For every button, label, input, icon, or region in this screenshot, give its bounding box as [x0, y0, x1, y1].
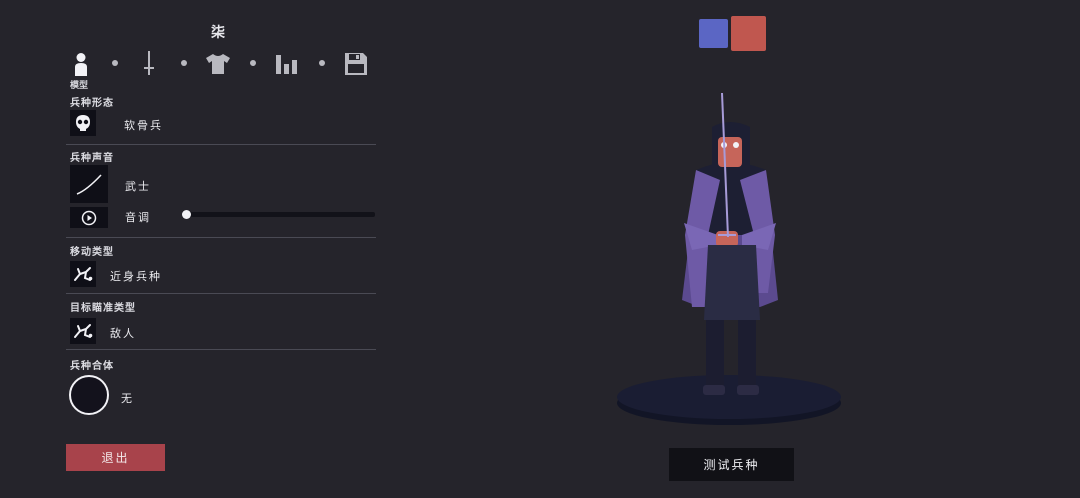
unit-base-value: 软骨兵: [124, 119, 163, 132]
target-type-selector[interactable]: [70, 318, 96, 344]
target-type-value: 敌人: [110, 327, 136, 340]
pitch-slider-handle[interactable]: [182, 210, 191, 219]
section-title-unit-base: 兵种形态: [70, 98, 114, 109]
team-color-blue[interactable]: [699, 19, 728, 48]
movement-type-value: 近身兵种: [110, 270, 162, 283]
pitch-label: 音调: [125, 211, 151, 224]
tab-clothing[interactable]: [203, 48, 233, 80]
divider: [66, 349, 376, 350]
person-icon: [75, 53, 87, 76]
unit-name: 柒: [211, 25, 225, 41]
tab-label-model: 模型: [70, 81, 89, 91]
divider: [66, 293, 376, 294]
tab-stats[interactable]: [272, 48, 302, 80]
tab-separator-dot: [319, 60, 325, 66]
tab-separator-dot: [181, 60, 187, 66]
section-title-unit-voice: 兵种声音: [70, 153, 114, 164]
unit-base-selector[interactable]: [70, 110, 96, 136]
play-icon: [81, 210, 97, 225]
divider: [66, 144, 376, 145]
voice-curve-icon: [76, 174, 102, 195]
unit-voice-selector[interactable]: [70, 165, 108, 203]
tab-save[interactable]: [341, 48, 371, 80]
tab-model[interactable]: [66, 48, 96, 80]
floppy-disk-icon: [345, 53, 367, 75]
test-unit-button[interactable]: 测试兵种: [669, 448, 794, 481]
unit-preview[interactable]: [600, 85, 860, 440]
movement-type-selector[interactable]: [70, 261, 96, 287]
pitch-slider-track[interactable]: [184, 212, 375, 217]
movement-icon: [74, 267, 93, 281]
unit-voice-value: 武士: [125, 180, 151, 193]
sword-icon: [144, 51, 154, 75]
tab-separator-dot: [112, 60, 118, 66]
shirt-icon: [206, 54, 230, 74]
exit-button[interactable]: 退出: [66, 444, 165, 471]
play-voice-button[interactable]: [70, 207, 108, 228]
skull-mask-icon: [76, 115, 90, 131]
unit-combine-value: 无: [121, 392, 134, 405]
divider: [66, 237, 376, 238]
tab-weapons[interactable]: [134, 48, 164, 80]
target-icon: [74, 324, 93, 338]
section-title-movement-type: 移动类型: [70, 247, 114, 258]
bar-chart-icon: [276, 55, 297, 74]
section-title-target-type: 目标瞄准类型: [70, 303, 136, 314]
section-title-unit-combine: 兵种合体: [70, 361, 114, 372]
tab-separator-dot: [250, 60, 256, 66]
editor-tabs: [66, 46, 376, 82]
team-color-red[interactable]: [731, 16, 766, 51]
unit-combine-selector[interactable]: [69, 375, 109, 415]
